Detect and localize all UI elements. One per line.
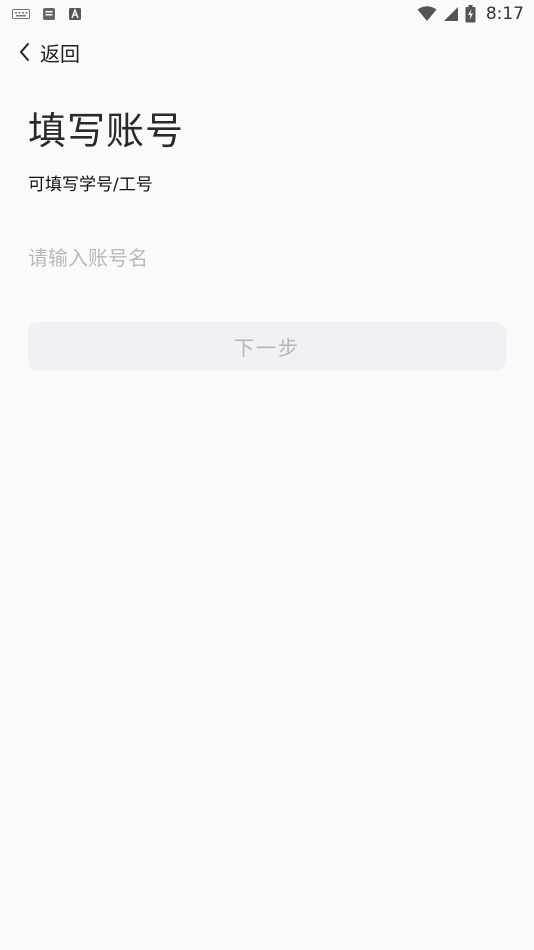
battery-charging-icon [465, 5, 476, 23]
next-step-button[interactable]: 下一步 [28, 322, 506, 371]
signal-icon [443, 6, 459, 22]
notification-icon [42, 7, 56, 21]
status-time: 8:17 [485, 4, 524, 24]
chevron-left-icon [18, 42, 32, 62]
wifi-icon [417, 6, 437, 22]
keyboard-icon [12, 8, 30, 20]
back-label: 返回 [40, 41, 80, 66]
text-a-icon [68, 7, 82, 21]
status-bar: 8:17 [0, 0, 534, 28]
page-subtitle: 可填写学号/工号 [28, 175, 153, 195]
status-right: 8:17 [417, 4, 524, 24]
back-button[interactable]: 返回 [18, 36, 80, 68]
page-title: 填写账号 [28, 109, 185, 153]
status-left [12, 7, 82, 21]
account-name-input[interactable] [28, 238, 506, 278]
